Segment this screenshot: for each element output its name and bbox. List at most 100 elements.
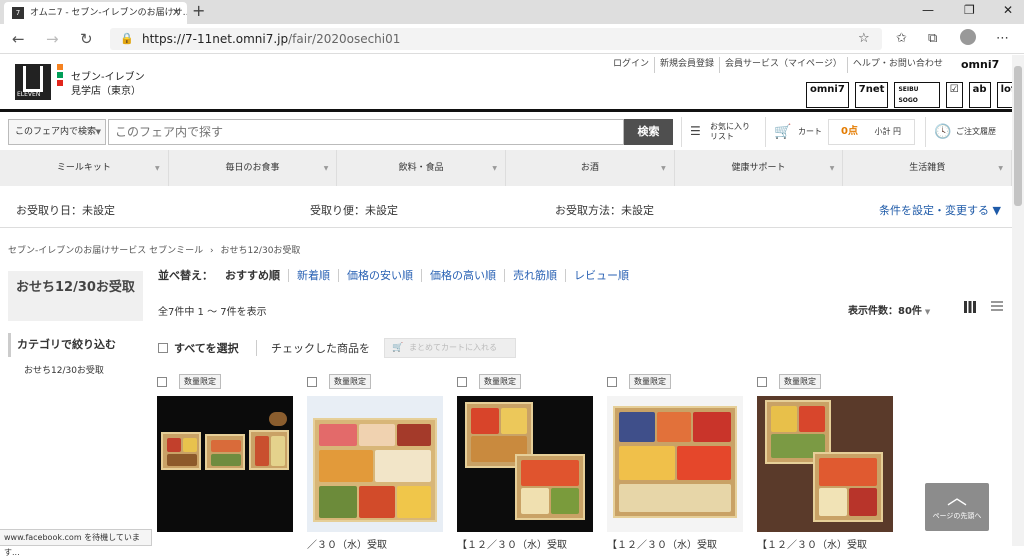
search-input[interactable] xyxy=(108,119,624,145)
sidebar-item-osechi[interactable]: おせち12/30お受取 xyxy=(24,363,104,376)
product-checkbox[interactable] xyxy=(157,376,167,387)
brand-check-logo[interactable]: ☑ xyxy=(945,82,963,108)
breadcrumb-parent[interactable]: セブン-イレブンのお届けサービス セブンミール xyxy=(8,246,203,256)
sort-best-selling[interactable]: 売れ筋順 xyxy=(504,269,565,282)
subtotal-value: 小計 円 xyxy=(874,127,902,136)
category-filter-heading: カテゴリで絞り込む xyxy=(8,333,143,357)
brand-sogo-logo[interactable]: SEIBU SOGO xyxy=(894,82,940,108)
product-title[interactable]: 【１２／３０（水）受取 xyxy=(607,536,717,551)
close-tab-icon[interactable]: ✕ xyxy=(172,2,181,24)
chevron-down-icon: ▼ xyxy=(155,165,160,172)
subtotal-dropdown[interactable]: 0点 小計 円 ▼ xyxy=(828,119,915,160)
change-conditions-link[interactable]: 条件を設定・変更する ▼ xyxy=(879,202,1001,218)
store-branch: 見学店（東京） xyxy=(71,86,141,97)
reload-icon[interactable]: ↻ xyxy=(80,30,93,48)
sort-recommended[interactable]: おすすめ順 xyxy=(221,269,288,282)
cart-label: カート xyxy=(798,127,822,136)
store-name: セブン-イレブン xyxy=(71,72,145,83)
window-close-icon[interactable]: ✕ xyxy=(1003,3,1013,17)
breadcrumb-separator: › xyxy=(210,246,214,256)
address-bar[interactable]: 🔒 https://7-11net.omni7.jp/fair/2020osec… xyxy=(110,28,882,50)
product-card[interactable]: 数量限定 xyxy=(157,371,293,546)
favorite-star-icon[interactable]: ☆ xyxy=(858,31,870,46)
lock-icon: 🔒 xyxy=(120,32,134,45)
seven-eleven-logo[interactable]: ELEVEN xyxy=(15,64,51,100)
category-drinks-food[interactable]: 飲料・食品 ▼ xyxy=(337,150,507,186)
member-service-link[interactable]: 会員サービス（マイページ） xyxy=(719,57,847,73)
collections-icon[interactable]: ⧉ xyxy=(928,31,937,46)
scrollbar-thumb[interactable] xyxy=(1014,66,1022,206)
favorites-label-1: お気に入り xyxy=(710,122,750,131)
brand-akachan-logo[interactable]: ab xyxy=(968,82,991,108)
tab-title: オムニ7 - セブン-イレブンのお届けサ… xyxy=(30,8,187,18)
help-link[interactable]: ヘルプ・お問い合わせ xyxy=(846,57,948,73)
brand-color-bars xyxy=(57,64,63,96)
register-link[interactable]: 新規会員登録 xyxy=(654,57,719,73)
back-to-top-label: ページの先頭へ xyxy=(932,512,982,520)
select-all-checkbox[interactable]: すべてを選択 xyxy=(158,340,239,356)
cart-button[interactable]: 🛒 カート xyxy=(765,117,827,147)
minimize-icon[interactable]: — xyxy=(922,3,934,17)
search-scope-select[interactable]: このフェア内で検索 ▼ xyxy=(8,119,106,145)
favorites-list-button[interactable]: ☰ お気に入り リスト xyxy=(681,117,759,147)
pickup-method: お受取方法：未設定 xyxy=(555,204,654,217)
login-link[interactable]: ログイン xyxy=(608,57,654,73)
omni7-favicon-icon: 7 xyxy=(12,7,24,19)
points-value: 0点 xyxy=(841,126,858,137)
brand-omni7-logo[interactable]: omni7 xyxy=(806,82,849,108)
product-image[interactable] xyxy=(157,396,293,532)
sort-price-low[interactable]: 価格の安い順 xyxy=(338,269,421,282)
new-tab-icon[interactable]: + xyxy=(192,1,205,20)
cart-icon: 🛒 xyxy=(774,124,792,140)
per-page-select[interactable]: 表示件数：80件 ▼ xyxy=(848,302,930,317)
profile-avatar-icon[interactable] xyxy=(960,29,976,45)
category-household[interactable]: 生活雑貨 ▼ xyxy=(843,150,1013,186)
category-health[interactable]: 健康サポート ▼ xyxy=(675,150,844,186)
search-scope-label: このフェア内で検索 xyxy=(15,127,97,137)
omni7-logo[interactable]: omni7 xyxy=(961,58,999,71)
sort-reviews[interactable]: レビュー順 xyxy=(565,269,637,282)
list-view-icon[interactable] xyxy=(991,301,1003,313)
sort-price-high[interactable]: 価格の高い順 xyxy=(421,269,504,282)
limited-badge: 数量限定 xyxy=(179,374,221,389)
product-card[interactable]: 数量限定 【１２／３０（水）受取 xyxy=(607,371,743,551)
back-to-top-button[interactable]: ︿ ページの先頭へ xyxy=(925,483,989,531)
product-image[interactable] xyxy=(757,396,893,532)
order-history-button[interactable]: 🕓 ご注文履歴 xyxy=(925,117,1005,147)
product-title[interactable]: 【１２／３０（水）受取 xyxy=(457,536,567,551)
product-image[interactable] xyxy=(307,396,443,532)
product-card[interactable]: 数量限定 【１２／３０（水）受取 xyxy=(757,371,893,551)
order-history-label: ご注文履歴 xyxy=(956,127,996,136)
more-menu-icon[interactable]: ⋯ xyxy=(996,31,1009,46)
cart-icon: 🛒 xyxy=(392,343,404,353)
forward-icon[interactable]: → xyxy=(46,30,59,48)
favorites-bar-icon[interactable]: ✩ xyxy=(896,31,907,46)
product-title[interactable]: ／３０（水）受取 xyxy=(307,536,387,551)
product-image[interactable] xyxy=(457,396,593,532)
result-count: 全7件中 1 〜 7件を表示 xyxy=(158,307,267,318)
product-checkbox[interactable] xyxy=(307,376,317,387)
product-title[interactable]: 【１２／３０（水）受取 xyxy=(757,536,867,551)
category-alcohol[interactable]: お酒 ▼ xyxy=(506,150,675,186)
bulk-add-to-cart-button[interactable]: 🛒 まとめてカートに入れる xyxy=(384,338,516,358)
product-card[interactable]: 数量限定 【１２／３０（水）受取 xyxy=(457,371,593,551)
product-card[interactable]: 数量限定 ／３０（水）受取 xyxy=(307,371,443,551)
product-checkbox[interactable] xyxy=(607,376,617,387)
product-checkbox[interactable] xyxy=(457,376,467,387)
sort-newest[interactable]: 新着順 xyxy=(288,269,338,282)
chevron-down-icon: ▼ xyxy=(924,308,931,316)
clock-icon: 🕓 xyxy=(934,124,952,140)
back-icon[interactable]: ← xyxy=(12,30,25,48)
category-meal-kit[interactable]: ミールキット ▼ xyxy=(0,150,169,186)
product-checkbox[interactable] xyxy=(757,376,767,387)
limited-badge: 数量限定 xyxy=(329,374,371,389)
brand-7net-logo[interactable]: 7net xyxy=(854,82,889,108)
browser-tab[interactable]: 7 オムニ7 - セブン-イレブンのお届けサ… ✕ xyxy=(4,2,187,24)
grid-view-icon[interactable] xyxy=(964,301,976,313)
search-button[interactable]: 検索 xyxy=(624,119,673,145)
category-daily-meals[interactable]: 毎日のお食事 ▼ xyxy=(169,150,338,186)
limited-badge: 数量限定 xyxy=(779,374,821,389)
product-image[interactable] xyxy=(607,396,743,532)
browser-status-bar: www.facebook.com を待機しています... xyxy=(0,529,152,557)
maximize-icon[interactable]: ❐ xyxy=(964,3,975,17)
